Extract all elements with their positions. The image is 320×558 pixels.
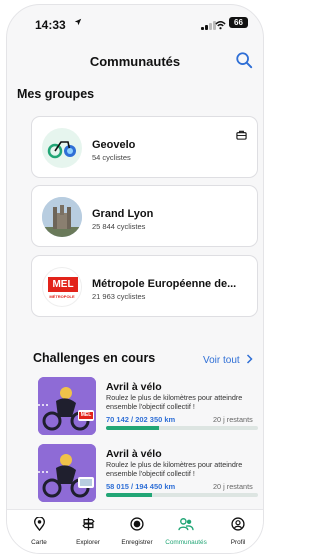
group-card-grand-lyon[interactable]: Grand Lyon 25 844 cyclistes xyxy=(31,185,258,247)
nav-item-enregistrer[interactable]: Enregistrer xyxy=(111,517,163,546)
record-icon xyxy=(130,517,144,535)
see-all-link[interactable]: Voir tout xyxy=(203,354,253,367)
battery-icon: 66 xyxy=(229,17,248,28)
challenge-description: Roulez le plus de kilomètres pour attein… xyxy=(106,460,243,478)
chevron-right-icon xyxy=(246,354,253,367)
challenge-description: Roulez le plus de kilomètres pour attein… xyxy=(106,393,243,411)
challenge-days-left: 20 j restants xyxy=(213,482,253,491)
challenge-card[interactable]: MEL Avril à vélo Roulez le plus de kilom… xyxy=(38,377,262,439)
phone-screen: 14:33 66 Communautés Mes groupes Geovelo… xyxy=(6,4,264,554)
mel-logo-text: MEL xyxy=(48,277,78,292)
group-name: Grand Lyon xyxy=(92,208,154,220)
nav-item-explorer[interactable]: Explorer xyxy=(62,517,114,546)
progress-bar-fill xyxy=(106,493,152,497)
header: Communautés xyxy=(7,49,263,75)
wifi-icon xyxy=(215,17,226,35)
page-title: Communautés xyxy=(89,54,181,69)
challenge-days-left: 20 j restants xyxy=(213,415,253,424)
geovelo-logo xyxy=(42,128,82,168)
signpost-icon xyxy=(81,517,95,535)
status-bar: 14:33 66 xyxy=(7,5,263,41)
signal-icon xyxy=(201,21,216,30)
nav-label: Explorer xyxy=(76,539,100,546)
challenge-card[interactable]: Avril à vélo Roulez le plus de kilomètre… xyxy=(38,444,262,506)
challenges-section-title: Challenges en cours xyxy=(33,351,156,365)
nav-label: Carte xyxy=(31,539,47,546)
nav-label: Communautés xyxy=(165,539,207,546)
group-name: Geovelo xyxy=(92,139,136,151)
challenge-badge: MEL xyxy=(78,410,94,421)
bottom-nav: Carte Explorer Enregistrer Communautés P… xyxy=(7,509,263,553)
challenge-title: Avril à vélo xyxy=(106,448,162,460)
mel-logo-subtext: MÉTROPOLE xyxy=(49,294,75,299)
status-time: 14:33 xyxy=(35,18,66,32)
grand-lyon-logo xyxy=(42,197,82,237)
challenge-progress: 58 015 / 194 450 km xyxy=(106,482,176,491)
groups-section-title: Mes groupes xyxy=(17,87,95,101)
challenge-badge-text: MEL xyxy=(79,412,93,419)
progress-bar-fill xyxy=(106,426,160,430)
nav-item-carte[interactable]: Carte xyxy=(13,516,65,546)
group-members: 25 844 cyclistes xyxy=(92,222,146,231)
nav-label: Enregistrer xyxy=(121,539,153,546)
see-all-label: Voir tout xyxy=(203,355,240,366)
progress-bar xyxy=(106,493,258,497)
mel-logo: MEL MÉTROPOLE xyxy=(42,267,82,307)
group-members: 54 cyclistes xyxy=(92,153,131,162)
group-card-mel[interactable]: MEL MÉTROPOLE Métropole Européenne de...… xyxy=(31,255,258,317)
challenge-image: MEL xyxy=(38,377,96,435)
challenge-title: Avril à vélo xyxy=(106,381,162,393)
map-pin-icon xyxy=(33,516,46,535)
profile-icon xyxy=(231,517,245,535)
group-members: 21 963 cyclistes xyxy=(92,292,146,301)
progress-bar xyxy=(106,426,258,430)
challenge-progress: 70 142 / 202 350 km xyxy=(106,415,176,424)
group-card-geovelo[interactable]: Geovelo 54 cyclistes xyxy=(31,116,258,178)
nav-label: Profil xyxy=(230,539,246,546)
location-arrow-icon xyxy=(74,18,82,29)
nav-item-profil[interactable]: Profil xyxy=(212,517,263,546)
search-icon[interactable] xyxy=(235,51,253,74)
nav-item-communautes[interactable]: Communautés xyxy=(160,517,212,546)
community-icon xyxy=(178,518,194,535)
briefcase-icon xyxy=(236,127,247,145)
group-name: Métropole Européenne de... xyxy=(92,278,237,290)
challenge-image xyxy=(38,444,96,502)
